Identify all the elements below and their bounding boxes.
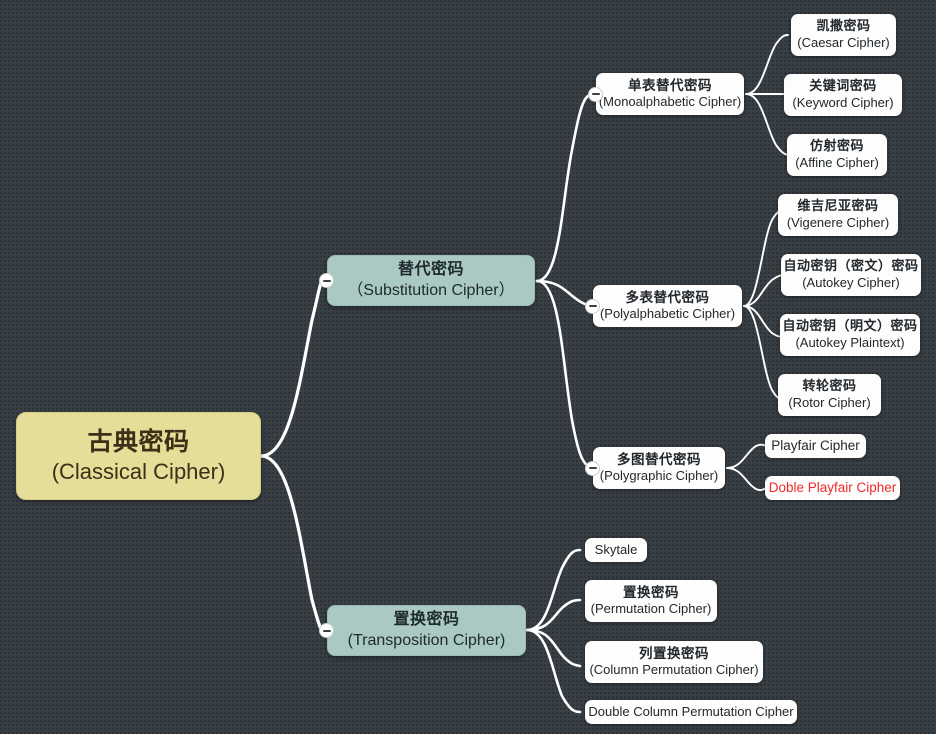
node-monoalphabetic-collapse-toggle[interactable]: [588, 86, 603, 102]
node-polygraphic-collapse-toggle[interactable]: [585, 460, 600, 476]
minus-icon: [322, 279, 331, 282]
node-transposition-label-en: (Transposition Cipher): [347, 631, 506, 649]
node-permutation-label-en: (Permutation Cipher): [590, 601, 712, 617]
node-affine[interactable]: 仿射密码 (Affine Cipher): [787, 134, 887, 176]
node-rotor-label-cn: 转轮密码: [802, 378, 857, 394]
node-autokey-plaintext-label-en: (Autokey Plaintext): [795, 335, 905, 350]
node-transposition[interactable]: 置换密码 (Transposition Cipher): [327, 605, 526, 656]
node-vigenere-label-en: (Vigenere Cipher): [786, 215, 890, 230]
node-autokey-cipher-label-cn: 自动密钥（密文）密码: [783, 258, 919, 274]
node-keyword-label-cn: 关键词密码: [809, 78, 877, 94]
node-autokey-plaintext-label-cn: 自动密钥（明文）密码: [782, 318, 918, 334]
node-polygraphic-label-en: (Polygraphic Cipher): [599, 468, 719, 484]
minus-icon: [322, 629, 331, 632]
node-column-permutation-label-cn: 列置换密码: [639, 646, 709, 662]
node-rotor[interactable]: 转轮密码 (Rotor Cipher): [778, 374, 881, 416]
node-vigenere[interactable]: 维吉尼亚密码 (Vigenere Cipher): [778, 194, 898, 236]
mindmap-canvas[interactable]: 古典密码 (Classical Cipher) 替代密码 （Substitutio…: [0, 0, 936, 734]
node-polyalphabetic-collapse-toggle[interactable]: [585, 298, 600, 314]
node-substitution-label-cn: 替代密码: [397, 261, 464, 279]
node-skytale-label-en: Skytale: [594, 541, 638, 557]
node-autokey-cipher[interactable]: 自动密钥（密文）密码 (Autokey Cipher): [781, 254, 921, 296]
node-double-column-permutation[interactable]: Double Column Permutation Cipher: [585, 700, 797, 724]
node-caesar[interactable]: 凯撒密码 (Caesar Cipher): [791, 14, 896, 56]
root-node-label-cn: 古典密码: [87, 427, 190, 456]
root-node-label-en: (Classical Cipher): [51, 458, 226, 484]
node-doble-playfair-label-en: Doble Playfair Cipher: [768, 480, 897, 496]
node-vigenere-label-cn: 维吉尼亚密码: [797, 198, 879, 214]
node-substitution-label-en: （Substitution Cipher）: [347, 281, 515, 299]
node-playfair-label-en: Playfair Cipher: [771, 438, 860, 454]
node-caesar-label-cn: 凯撒密码: [816, 18, 871, 34]
minus-icon: [591, 93, 600, 95]
node-permutation[interactable]: 置换密码 (Permutation Cipher): [585, 580, 717, 622]
minus-icon: [588, 467, 597, 469]
node-polygraphic-label-cn: 多图替代密码: [617, 452, 701, 468]
node-transposition-collapse-toggle[interactable]: [319, 623, 334, 638]
node-substitution-collapse-toggle[interactable]: [319, 273, 334, 288]
node-monoalphabetic-label-cn: 单表替代密码: [628, 78, 712, 94]
node-substitution[interactable]: 替代密码 （Substitution Cipher）: [327, 255, 535, 306]
node-transposition-label-cn: 置换密码: [393, 611, 460, 629]
node-rotor-label-en: (Rotor Cipher): [788, 395, 871, 410]
node-permutation-label-cn: 置换密码: [623, 585, 679, 601]
node-monoalphabetic-label-en: (Monoalphabetic Cipher): [598, 94, 742, 110]
node-caesar-label-en: (Caesar Cipher): [797, 35, 890, 50]
minus-icon: [588, 305, 597, 307]
node-doble-playfair[interactable]: Doble Playfair Cipher: [765, 476, 900, 500]
node-keyword-label-en: (Keyword Cipher): [792, 95, 894, 110]
node-column-permutation[interactable]: 列置换密码 (Column Permutation Cipher): [585, 641, 763, 683]
node-polyalphabetic[interactable]: 多表替代密码 (Polyalphabetic Cipher): [593, 285, 742, 327]
node-skytale[interactable]: Skytale: [585, 538, 647, 562]
node-playfair[interactable]: Playfair Cipher: [765, 434, 866, 458]
node-polyalphabetic-label-en: (Polyalphabetic Cipher): [599, 306, 736, 322]
node-double-column-permutation-label-en: Double Column Permutation Cipher: [588, 703, 794, 719]
node-autokey-cipher-label-en: (Autokey Cipher): [802, 275, 900, 290]
root-node[interactable]: 古典密码 (Classical Cipher): [16, 412, 261, 500]
node-affine-label-en: (Affine Cipher): [795, 155, 879, 170]
node-affine-label-cn: 仿射密码: [809, 138, 864, 154]
node-keyword[interactable]: 关键词密码 (Keyword Cipher): [784, 74, 902, 116]
node-polyalphabetic-label-cn: 多表替代密码: [625, 290, 710, 306]
node-monoalphabetic[interactable]: 单表替代密码 (Monoalphabetic Cipher): [596, 73, 744, 115]
node-column-permutation-label-en: (Column Permutation Cipher): [589, 662, 759, 678]
node-polygraphic[interactable]: 多图替代密码 (Polygraphic Cipher): [593, 447, 725, 489]
node-autokey-plaintext[interactable]: 自动密钥（明文）密码 (Autokey Plaintext): [780, 314, 920, 356]
